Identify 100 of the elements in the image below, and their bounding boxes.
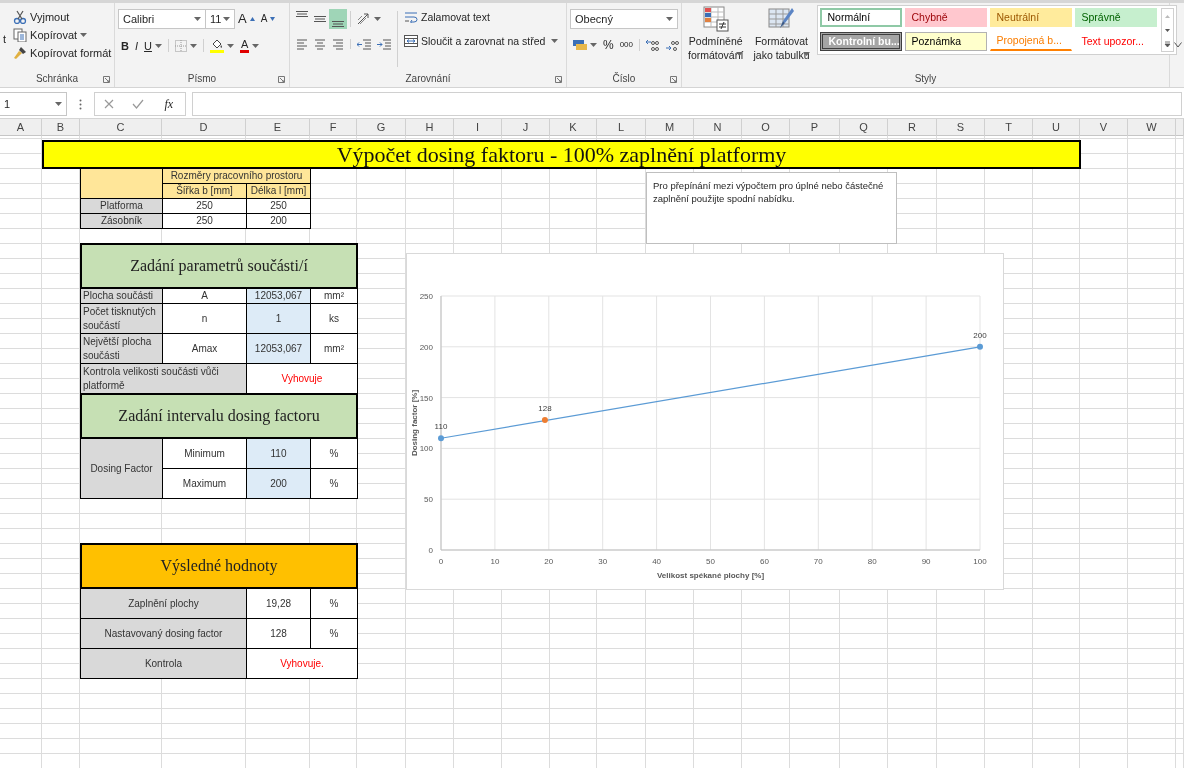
section-title: Výsledné hodnoty — [80, 543, 358, 589]
table-cell: 1 — [246, 303, 311, 334]
axis-tick-label: 40 — [652, 557, 662, 566]
paste-label[interactable]: t — [3, 30, 7, 48]
table-cell: 200 — [246, 468, 311, 499]
font-size-field[interactable]: 11 — [205, 9, 235, 29]
wrap-text-button[interactable]: Zalamovat text — [401, 9, 493, 25]
font-color-button[interactable]: A — [236, 37, 263, 54]
column-header[interactable]: K — [550, 119, 597, 136]
axis-tick-label: 50 — [424, 495, 433, 505]
column-header[interactable]: C — [80, 119, 162, 136]
bold-button[interactable]: B — [118, 37, 132, 54]
caret-icon — [551, 39, 559, 43]
caret-icon — [590, 43, 597, 47]
cell-style-item[interactable]: Text upozor... — [1074, 32, 1157, 51]
number-format-field[interactable]: Obecný — [570, 9, 678, 29]
cell-style-item[interactable]: Správně — [1074, 8, 1157, 27]
format-as-table-button[interactable]: Formátovat jako tabulku — [750, 5, 813, 69]
cell-style-item[interactable]: Normální — [819, 8, 902, 27]
column-header[interactable]: A — [0, 119, 42, 136]
name-box[interactable]: 1 — [0, 92, 67, 116]
currency-button[interactable] — [570, 38, 600, 52]
column-header[interactable]: W — [1128, 119, 1176, 136]
indent-icon — [377, 38, 391, 50]
decimal-icon — [666, 39, 681, 51]
close-icon[interactable] — [103, 99, 114, 109]
column-header[interactable]: Q — [840, 119, 888, 136]
cell-style-item[interactable]: Neutrální — [989, 8, 1072, 27]
cell-style-item[interactable]: Poznámka — [904, 32, 987, 51]
paintbrush-icon — [13, 46, 28, 60]
check-icon[interactable] — [131, 99, 144, 109]
caret-icon — [374, 17, 381, 21]
cell-style-item[interactable]: Chybně — [904, 8, 987, 27]
column-header[interactable]: O — [742, 119, 790, 136]
caret-icon — [802, 52, 810, 56]
table-cell: % — [310, 588, 358, 619]
chevron-down-icon[interactable] — [1174, 42, 1182, 48]
column-header[interactable]: F — [310, 119, 357, 136]
group-label: Styly — [914, 71, 937, 86]
column-header[interactable]: V — [1080, 119, 1128, 136]
axis-tick-label: 90 — [921, 557, 931, 566]
table-cell: 250 — [162, 213, 247, 229]
axis-tick-label: 20 — [544, 557, 554, 566]
align-button[interactable] — [329, 9, 347, 29]
column-header[interactable]: U — [1033, 119, 1080, 136]
data-label: 128 — [538, 403, 552, 413]
clipboard-button[interactable]: Kopírovat formát — [10, 45, 115, 61]
sheet-title: Výpočet dosing faktoru - 100% zaplnění platformy — [42, 140, 1081, 169]
shrink-font-button[interactable]: A — [257, 11, 279, 27]
font-name-field[interactable]: Calibri — [118, 9, 206, 29]
clipboard-button[interactable]: Kopírovat — [10, 27, 115, 43]
table-grid-icon — [702, 6, 729, 32]
table-cell: 19,28 — [246, 588, 311, 619]
column-header[interactable]: P — [790, 119, 840, 136]
percent-button[interactable]: % — [600, 37, 617, 53]
axis-tick-label: 150 — [419, 393, 433, 403]
column-header[interactable]: R — [888, 119, 937, 136]
wrap-text-icon — [404, 11, 418, 23]
clipboard-button[interactable]: Vyjmout — [10, 9, 115, 25]
axis-tick-label: 70 — [813, 557, 823, 566]
grow-font-button[interactable]: A — [235, 11, 258, 27]
axis-tick-label: 30 — [598, 557, 608, 566]
conditional-formatting-button[interactable]: Podmíněné formátování — [685, 5, 747, 69]
caret-icon — [154, 43, 162, 48]
column-header[interactable]: M — [646, 119, 694, 136]
merge-center-button[interactable]: Sloučit a zarovnat na střed — [401, 33, 562, 49]
underline-button[interactable]: U — [141, 37, 165, 54]
column-header[interactable]: N — [694, 119, 742, 136]
section-title: Zadání parametrů součásti/í — [80, 243, 358, 289]
table-cell: % — [310, 438, 358, 469]
column-header[interactable]: T — [985, 119, 1033, 136]
column-header[interactable]: H — [406, 119, 454, 136]
column-header: Délka l [mm] — [246, 183, 311, 199]
axis-tick-label: 50 — [706, 557, 715, 566]
column-header[interactable]: J — [502, 119, 550, 136]
axis-tick-label: 100 — [419, 444, 433, 454]
data-label: 110 — [434, 422, 448, 432]
column-header[interactable]: B — [42, 119, 80, 136]
formula-input[interactable] — [192, 92, 1182, 116]
caret-icon — [80, 33, 88, 37]
column-header[interactable]: I — [454, 119, 502, 136]
column-header[interactable]: S — [937, 119, 985, 136]
axis-tick-label: 10 — [490, 557, 500, 566]
column-header[interactable]: G — [357, 119, 406, 136]
align-lines-icon — [314, 38, 326, 50]
insert-function-button[interactable]: fx — [161, 96, 177, 112]
italic-button[interactable]: I — [131, 37, 141, 54]
row-header: Platforma — [80, 198, 163, 214]
text-box: Pro přepínání mezi výpočtem pro úplné nebo částečné zaplnění použijte spodní nabídku. — [646, 172, 897, 244]
column-header[interactable]: L — [597, 119, 646, 136]
table-cell: % — [310, 618, 358, 649]
column-header[interactable]: E — [246, 119, 310, 136]
table-cell: Minimum — [162, 438, 247, 469]
column-header[interactable]: D — [162, 119, 246, 136]
table-cell: % — [310, 468, 358, 499]
launcher-icon — [555, 76, 562, 83]
thousands-button[interactable]: 000 — [616, 37, 637, 53]
indent-icon — [357, 38, 371, 50]
launcher-icon — [278, 76, 285, 83]
caret-icon — [55, 102, 62, 106]
